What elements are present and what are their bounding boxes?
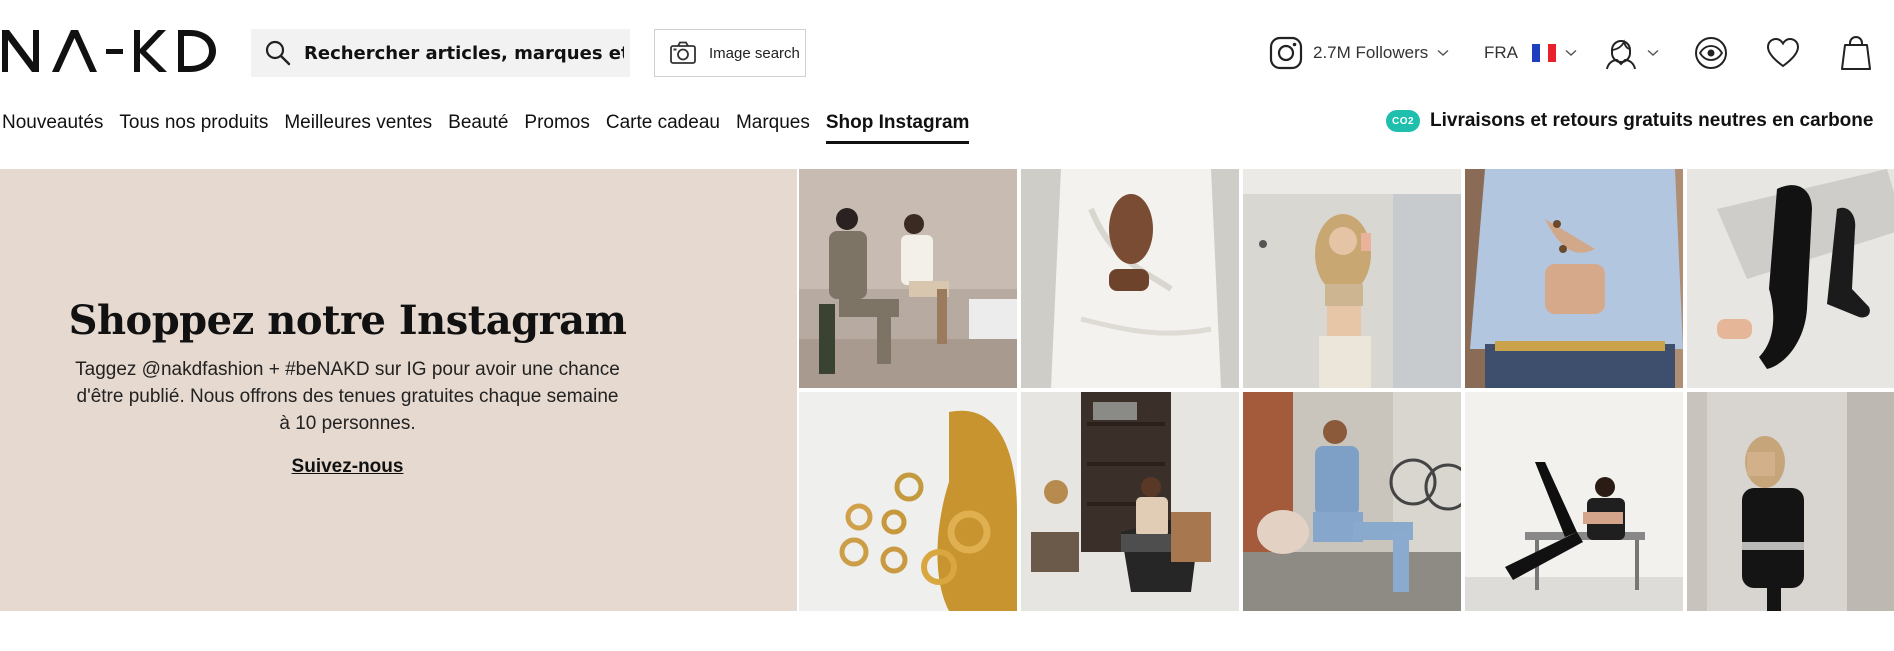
france-flag-icon — [1532, 44, 1556, 62]
account-icon — [1606, 39, 1636, 70]
shopping-bag-button[interactable] — [1840, 29, 1872, 77]
hero-title: Shoppez notre Instagram — [68, 297, 627, 344]
instagram-photo[interactable] — [1243, 169, 1461, 388]
image-search-label: Image search — [709, 44, 800, 62]
heart-icon — [1766, 37, 1800, 68]
nav-item-carte-cadeau[interactable]: Carte cadeau — [606, 106, 720, 146]
instagram-photo[interactable] — [1465, 392, 1683, 611]
instagram-photo-grid — [799, 169, 1894, 611]
account-button[interactable] — [1604, 29, 1659, 77]
instagram-photo[interactable] — [1021, 392, 1239, 611]
instagram-photo[interactable] — [1021, 169, 1239, 388]
language-code: FRA — [1484, 43, 1518, 62]
nav-item-meilleures-ventes[interactable]: Meilleures ventes — [284, 106, 432, 146]
nav-item-shop-instagram[interactable]: Shop Instagram — [825, 106, 969, 146]
search-bar[interactable] — [251, 29, 630, 77]
instagram-followers[interactable]: 2.7M Followers — [1269, 29, 1449, 77]
co2-cloud-icon: CO2 — [1386, 110, 1420, 132]
instagram-photo[interactable] — [1243, 392, 1461, 611]
main-navigation: Nouveautés Tous nos produits Meilleures … — [0, 106, 983, 146]
shopping-bag-icon — [1841, 36, 1871, 70]
image-search-button[interactable]: Image search — [654, 29, 806, 77]
followers-count: 2.7M Followers — [1313, 43, 1429, 62]
chevron-down-icon — [1437, 49, 1449, 56]
shipping-banner[interactable]: CO2 Livraisons et retours gratuits neutr… — [1386, 110, 1873, 132]
nav-item-beaute[interactable]: Beauté — [448, 106, 508, 146]
search-input[interactable] — [302, 41, 626, 65]
instagram-hero: Shoppez notre Instagram Taggez @nakdfash… — [0, 169, 797, 611]
nakd-logo[interactable] — [0, 26, 220, 76]
instagram-photo[interactable] — [799, 169, 1017, 388]
hero-description: Taggez @nakdfashion + #beNAKD sur IG pou… — [75, 359, 620, 434]
recently-viewed-button[interactable] — [1694, 29, 1728, 77]
instagram-photo[interactable] — [1465, 169, 1683, 388]
instagram-photo[interactable] — [799, 392, 1017, 611]
chevron-down-icon — [1647, 49, 1659, 56]
follow-us-link[interactable]: Suivez-nous — [0, 456, 695, 478]
instagram-photo[interactable] — [1687, 392, 1894, 611]
instagram-photo[interactable] — [1687, 169, 1894, 388]
nav-item-tous-nos-produits[interactable]: Tous nos produits — [119, 106, 268, 146]
search-icon — [265, 40, 291, 66]
shipping-text: Livraisons et retours gratuits neutres e… — [1430, 110, 1874, 131]
eye-icon — [1695, 37, 1727, 69]
language-selector[interactable]: FRA — [1484, 29, 1577, 77]
camera-icon — [670, 41, 696, 64]
wishlist-button[interactable] — [1766, 29, 1800, 77]
nav-item-marques[interactable]: Marques — [736, 106, 810, 146]
nav-item-promos[interactable]: Promos — [524, 106, 589, 146]
chevron-down-icon — [1565, 49, 1577, 56]
nav-item-nouveautes[interactable]: Nouveautés — [2, 106, 103, 146]
instagram-icon — [1269, 36, 1303, 70]
